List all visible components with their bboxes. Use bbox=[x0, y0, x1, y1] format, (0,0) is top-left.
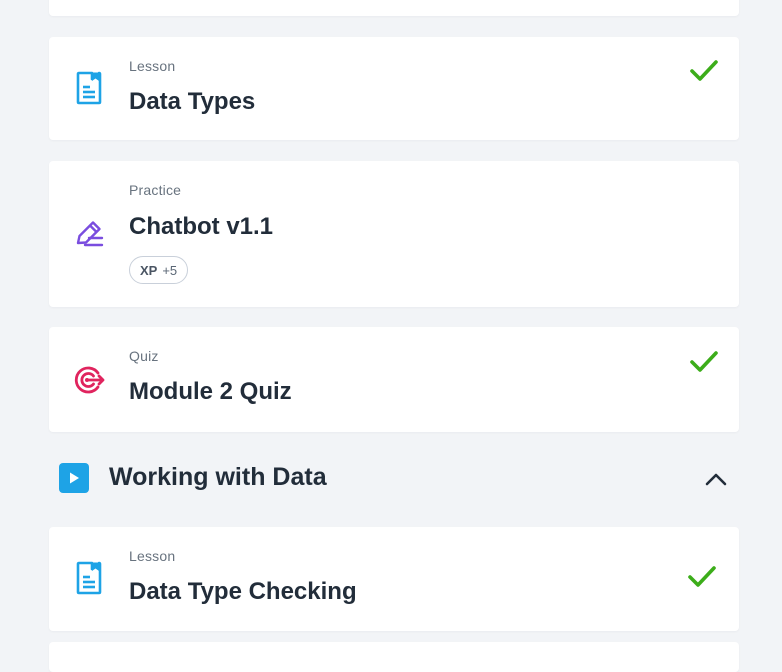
quiz-card-module-2[interactable]: Quiz Module 2 Quiz bbox=[49, 327, 739, 432]
lesson-doc-icon bbox=[71, 70, 107, 106]
check-icon bbox=[688, 566, 716, 587]
lesson-doc-icon bbox=[71, 560, 107, 596]
card-title: Data Types bbox=[129, 88, 256, 115]
previous-card-partial[interactable] bbox=[49, 0, 739, 16]
chevron-up-icon[interactable] bbox=[703, 466, 729, 492]
check-icon bbox=[690, 351, 718, 372]
practice-card-chatbot[interactable]: Practice Chatbot v1.1 XP +5 bbox=[49, 161, 739, 307]
target-quiz-icon bbox=[71, 362, 107, 398]
card-kind-label: Lesson bbox=[129, 548, 176, 564]
pencil-practice-icon bbox=[71, 215, 107, 251]
card-kind-label: Quiz bbox=[129, 348, 159, 364]
xp-badge: XP +5 bbox=[129, 256, 189, 284]
card-title: Chatbot v1.1 bbox=[129, 213, 274, 240]
card-kind-label: Lesson bbox=[129, 58, 176, 74]
check-icon bbox=[690, 60, 718, 81]
xp-value: +5 bbox=[162, 262, 178, 278]
lesson-card-data-types[interactable]: Lesson Data Types bbox=[49, 37, 739, 140]
section-header-working-with-data[interactable]: Working with Data bbox=[49, 456, 739, 500]
lesson-card-data-type-checking[interactable]: Lesson Data Type Checking bbox=[49, 527, 739, 631]
card-title: Data Type Checking bbox=[129, 578, 357, 605]
xp-label: XP bbox=[140, 262, 158, 278]
card-title: Module 2 Quiz bbox=[129, 378, 292, 405]
card-kind-label: Practice bbox=[129, 182, 182, 198]
section-title: Working with Data bbox=[109, 463, 327, 491]
next-card-partial[interactable] bbox=[49, 642, 739, 672]
play-icon bbox=[59, 463, 89, 493]
